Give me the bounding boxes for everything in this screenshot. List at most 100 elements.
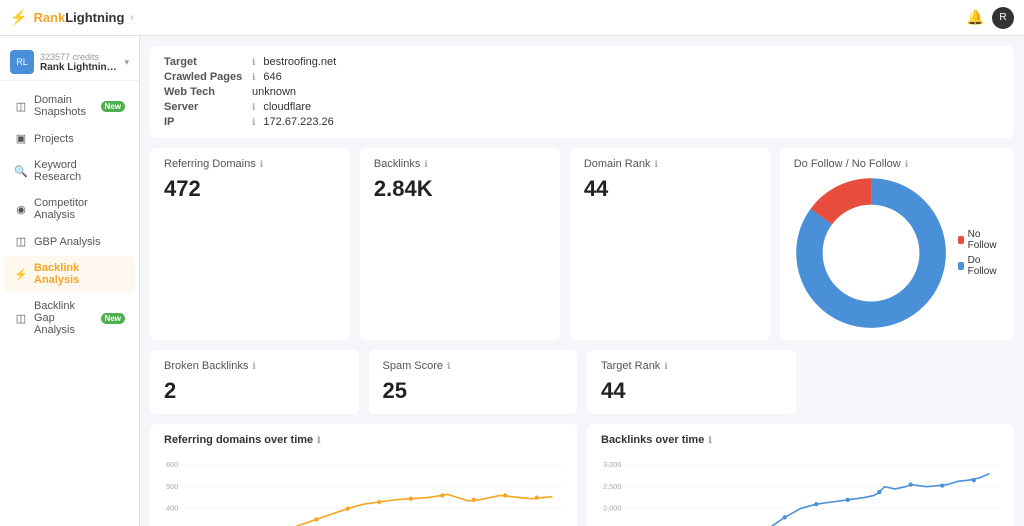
- webtech-value: unknown: [252, 86, 296, 98]
- domain-rank-value: 44: [584, 176, 756, 202]
- info-icon: ℹ: [664, 361, 667, 372]
- topbar-left: ⚡ RankLightning ‹: [10, 9, 134, 26]
- charts-row: Referring domains over time ℹ 600 500: [150, 424, 1014, 526]
- account-name: Rank Lightning Account: [40, 62, 118, 73]
- info-icon: ℹ: [252, 57, 255, 68]
- broken-backlinks-card: Broken Backlinks ℹ 2: [150, 350, 359, 414]
- stats-row-2: Broken Backlinks ℹ 2 Spam Score ℹ 25 Tar…: [150, 350, 1014, 414]
- broken-backlinks-value: 2: [164, 378, 345, 404]
- backlinks-svg: 3,000 2,500 2,000 1,500 1,000 500: [601, 454, 1000, 526]
- server-value: cloudflare: [263, 101, 311, 113]
- server-row: Server ℹ cloudflare: [164, 101, 336, 113]
- referring-domains-svg: 600 500 400 300 200 100: [164, 454, 563, 526]
- new-badge: New: [101, 313, 125, 324]
- sidebar-item-gbp-analysis[interactable]: ◫ GBP Analysis: [4, 229, 135, 254]
- sidebar-item-label: Keyword Research: [34, 159, 125, 183]
- sidebar-item-keyword-research[interactable]: 🔍 Keyword Research: [4, 153, 135, 189]
- account-chevron-icon: ▾: [124, 57, 129, 68]
- chart-info-icon: ℹ: [708, 435, 711, 446]
- keyword-research-icon: 🔍: [14, 165, 28, 178]
- sidebar-item-label: Projects: [34, 133, 125, 145]
- stats-row-1: Referring Domains ℹ 472 Backlinks ℹ 2.84…: [150, 148, 1014, 340]
- target-rank-card: Target Rank ℹ 44: [587, 350, 796, 414]
- main-layout: RL 323577 credits Rank Lightning Account…: [0, 36, 1024, 526]
- sidebar-item-label: Competitor Analysis: [34, 197, 125, 221]
- referring-domains-value: 472: [164, 176, 336, 202]
- stat-title: Target Rank ℹ: [601, 360, 782, 372]
- referring-domains-chart-title: Referring domains over time ℹ: [164, 434, 563, 446]
- backlinks-chart-area: 3,000 2,500 2,000 1,500 1,000 500: [601, 454, 1000, 526]
- target-label: Target: [164, 56, 244, 68]
- stat-title: Broken Backlinks ℹ: [164, 360, 345, 372]
- account-icon: RL: [10, 50, 34, 74]
- sidebar-item-competitor-analysis[interactable]: ◉ Competitor Analysis: [4, 191, 135, 227]
- backlinks-chart-card: Backlinks over time ℹ 3,000 2,500 2,000 …: [587, 424, 1014, 526]
- sidebar-item-projects[interactable]: ▣ Projects: [4, 126, 135, 151]
- referring-domains-chart-area: 600 500 400 300 200 100: [164, 454, 563, 526]
- domain-rank-card: Domain Rank ℹ 44: [570, 148, 770, 340]
- app-name: RankLightning: [33, 10, 124, 25]
- sidebar-item-backlink-gap-analysis[interactable]: ◫ Backlink Gap Analysis New: [4, 294, 135, 342]
- svg-text:3,000: 3,000: [603, 460, 621, 469]
- info-section: Target ℹ bestroofing.net Crawled Pages ℹ…: [150, 46, 1014, 138]
- stat-title: Domain Rank ℹ: [584, 158, 756, 170]
- info-icon: ℹ: [252, 72, 255, 83]
- topbar: ⚡ RankLightning ‹ 🔔 R: [0, 0, 1024, 36]
- dofollow-title: Do Follow / No Follow ℹ: [794, 158, 1000, 170]
- target-rank-value: 44: [601, 378, 782, 404]
- donut-legend: No Follow Do Follow: [958, 229, 1000, 277]
- sidebar: RL 323577 credits Rank Lightning Account…: [0, 36, 140, 526]
- content-area: Target ℹ bestroofing.net Crawled Pages ℹ…: [140, 36, 1024, 526]
- domain-snapshots-icon: ◫: [14, 100, 28, 113]
- topbar-right: 🔔 R: [967, 7, 1014, 29]
- competitor-icon: ◉: [14, 203, 28, 216]
- sidebar-item-backlink-analysis[interactable]: ⚡ Backlink Analysis: [4, 256, 135, 292]
- projects-icon: ▣: [14, 132, 28, 145]
- referring-domains-card: Referring Domains ℹ 472: [150, 148, 350, 340]
- chevron-icon: ‹: [130, 12, 133, 23]
- sidebar-item-domain-snapshots[interactable]: ◫ Domain Snapshots New: [4, 88, 135, 124]
- svg-text:2,500: 2,500: [603, 482, 621, 491]
- no-follow-legend: No Follow: [958, 229, 1000, 251]
- ip-value: 172.67.223.26: [263, 116, 333, 128]
- ip-label: IP: [164, 116, 244, 128]
- backlinks-chart-title: Backlinks over time ℹ: [601, 434, 1000, 446]
- sidebar-account[interactable]: RL 323577 credits Rank Lightning Account…: [0, 44, 139, 81]
- info-icon: ℹ: [252, 102, 255, 113]
- stat-title: Spam Score ℹ: [383, 360, 564, 372]
- chart-info-icon: ℹ: [317, 435, 320, 446]
- info-icon: ℹ: [260, 159, 263, 170]
- sidebar-item-label: Backlink Gap Analysis: [34, 300, 95, 336]
- target-row: Target ℹ bestroofing.net: [164, 56, 336, 68]
- do-follow-dot: [958, 262, 964, 270]
- lightning-icon: ⚡: [10, 9, 27, 26]
- sidebar-item-label: GBP Analysis: [34, 236, 125, 248]
- sidebar-item-label: Backlink Analysis: [34, 262, 125, 286]
- backlinks-value: 2.84K: [374, 176, 546, 202]
- info-icon: ℹ: [447, 361, 450, 372]
- backlink-gap-icon: ◫: [14, 312, 28, 325]
- server-label: Server: [164, 101, 244, 113]
- stat-title: Backlinks ℹ: [374, 158, 546, 170]
- avatar[interactable]: R: [992, 7, 1014, 29]
- info-col-left: Target ℹ bestroofing.net Crawled Pages ℹ…: [164, 56, 336, 128]
- webtech-label: Web Tech: [164, 86, 244, 98]
- new-badge: New: [101, 101, 125, 112]
- donut-container: No Follow Do Follow: [794, 176, 1000, 330]
- target-value: bestroofing.net: [263, 56, 336, 68]
- crawled-label: Crawled Pages: [164, 71, 244, 83]
- webtech-row: Web Tech unknown: [164, 86, 336, 98]
- ip-row: IP ℹ 172.67.223.26: [164, 116, 336, 128]
- referring-domains-chart-card: Referring domains over time ℹ 600 500: [150, 424, 577, 526]
- svg-text:400: 400: [166, 504, 178, 513]
- info-icon: ℹ: [252, 117, 255, 128]
- crawled-value: 646: [263, 71, 281, 83]
- sidebar-item-label: Domain Snapshots: [34, 94, 95, 118]
- no-follow-dot: [958, 236, 964, 244]
- svg-text:600: 600: [166, 460, 178, 469]
- crawled-row: Crawled Pages ℹ 646: [164, 71, 336, 83]
- svg-text:2,000: 2,000: [603, 504, 621, 513]
- bell-icon[interactable]: 🔔: [967, 9, 984, 26]
- info-icon: ℹ: [252, 361, 255, 372]
- account-info: 323577 credits Rank Lightning Account: [40, 52, 118, 73]
